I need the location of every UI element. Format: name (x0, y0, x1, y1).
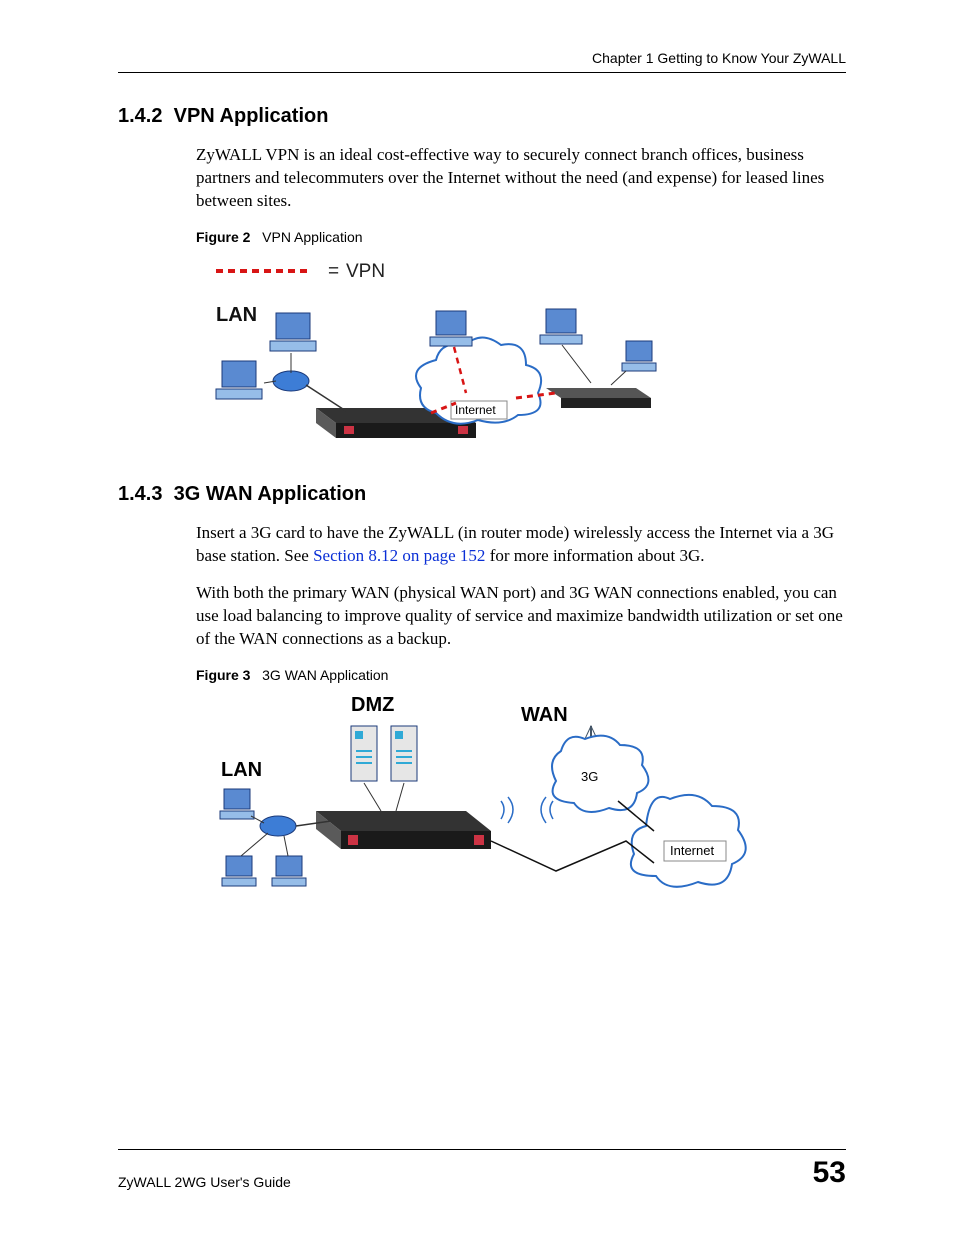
figure3-3g-label: 3G (581, 769, 598, 784)
3g-paragraph-1: Insert a 3G card to have the ZyWALL (in … (196, 522, 846, 568)
page-footer: ZyWALL 2WG User's Guide 53 (118, 1149, 846, 1190)
section-heading-3g: 1.4.3 3G WAN Application (118, 483, 846, 506)
computer-icon (272, 856, 306, 886)
figure3-lan-label: LAN (221, 759, 262, 781)
section-number: 1.4.3 (118, 483, 162, 505)
tower-icon: 3G (552, 726, 648, 812)
router-icon (546, 388, 651, 408)
computer-icon (540, 309, 582, 344)
figure3-caption: Figure 3 3G WAN Application (196, 667, 846, 683)
cloud-icon: Internet (631, 794, 746, 886)
figure2-title: VPN Application (262, 229, 362, 245)
figure3-wan-label: WAN (521, 704, 568, 726)
server-icon (351, 726, 377, 781)
section-heading-vpn: 1.4.2 VPN Application (118, 105, 846, 128)
vpn-paragraph: ZyWALL VPN is an ideal cost-effective wa… (196, 144, 846, 213)
legend-vpn: VPN (346, 261, 385, 282)
figure3-dmz-label: DMZ (351, 694, 394, 716)
figure3-internet-label: Internet (670, 843, 714, 858)
3g-paragraph-2: With both the primary WAN (physical WAN … (196, 582, 846, 651)
wireless-icon (501, 797, 553, 823)
figure2-lan-label: LAN (216, 304, 257, 326)
computer-icon (216, 361, 262, 399)
computer-icon (430, 311, 472, 346)
figure2-label: Figure 2 (196, 229, 250, 245)
cross-ref-link[interactable]: Section 8.12 on page 152 (313, 546, 485, 565)
section-number: 1.4.2 (118, 105, 162, 127)
figure3-diagram: DMZ WAN LAN (196, 691, 846, 921)
computer-icon (622, 341, 656, 371)
footer-guide-title: ZyWALL 2WG User's Guide (118, 1174, 291, 1190)
figure2-internet-label: Internet (455, 403, 496, 417)
footer-page-number: 53 (813, 1156, 846, 1190)
figure3-label: Figure 3 (196, 667, 250, 683)
figure2-caption: Figure 2 VPN Application (196, 229, 846, 245)
switch-icon (260, 816, 296, 836)
computer-icon (220, 789, 254, 819)
chapter-header: Chapter 1 Getting to Know Your ZyWALL (118, 50, 846, 73)
figure3-title: 3G WAN Application (262, 667, 388, 683)
router-icon (316, 811, 491, 849)
computer-icon (270, 313, 316, 351)
legend-eq: = (328, 261, 339, 282)
server-icon (391, 726, 417, 781)
figure2-diagram: = VPN LAN (196, 253, 846, 453)
section-title: 3G WAN Application (174, 483, 367, 505)
section-title: VPN Application (174, 105, 329, 127)
switch-icon (273, 371, 309, 391)
computer-icon (222, 856, 256, 886)
